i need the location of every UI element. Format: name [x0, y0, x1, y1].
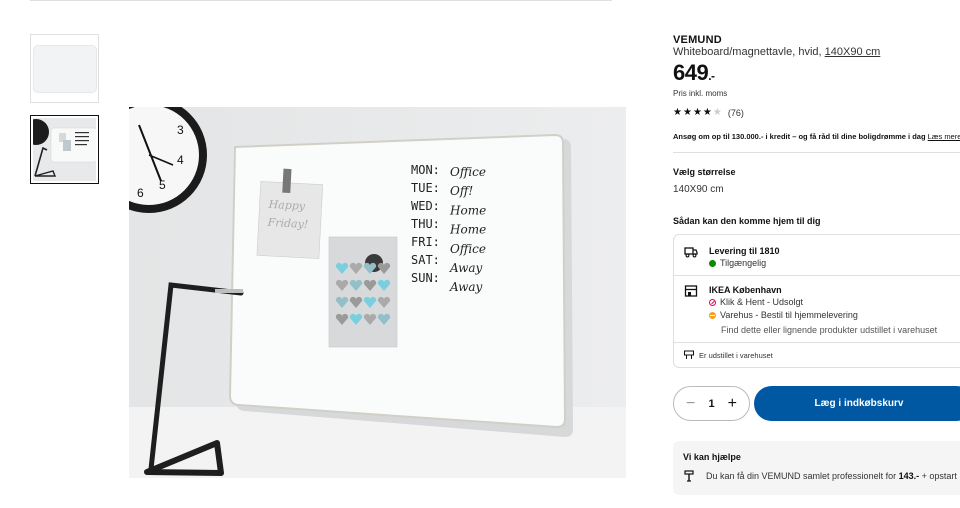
star-icon: ★	[702, 107, 712, 118]
quantity-stepper[interactable]: − 1 +	[673, 386, 750, 421]
size-value: 140X90 cm	[673, 184, 724, 195]
assembly-icon	[684, 470, 694, 482]
assembly-offer: Du kan få din VEMUND samlet professionel…	[706, 471, 957, 481]
price-note: Pris inkl. moms	[673, 89, 728, 98]
quantity-increase-button[interactable]: +	[728, 395, 737, 412]
top-divider	[30, 0, 612, 1]
showroom-icon	[684, 350, 694, 359]
schedule-day: WED:	[411, 199, 440, 213]
star-icon: ★	[692, 107, 702, 118]
assembly-text: Du kan få din VEMUND samlet professionel…	[706, 471, 897, 481]
schedule-day: THU:	[411, 217, 440, 231]
quantity-value[interactable]: 1	[708, 398, 714, 410]
price-value: 649	[673, 60, 709, 85]
home-delivery-status: Tilgængelig	[709, 258, 766, 268]
thumbnail-product[interactable]	[30, 34, 99, 103]
delivery-options: Levering til 1810 Tilgængelig IKEA Køben…	[673, 234, 960, 368]
schedule-day: FRI:	[411, 235, 440, 249]
click-collect-text: Klik & Hent - Udsolgt	[720, 297, 804, 307]
home-delivery-title[interactable]: Levering til 1810	[709, 246, 780, 256]
schedule-value: Away	[449, 261, 483, 275]
credit-offer: Ansøg om op til 130.000.- i kredit – og …	[673, 132, 960, 141]
schedule-day: SUN:	[411, 271, 440, 285]
credit-text: Ansøg om op til 130.000.- i kredit – og …	[673, 132, 926, 141]
schedule-value: Home	[449, 203, 486, 217]
schedule-value: Away	[449, 280, 483, 294]
schedule-value: Office	[450, 242, 486, 256]
warehouse-text: Varehus - Bestil til hjemmelevering	[720, 310, 858, 320]
warehouse-status: Varehus - Bestil til hjemmelevering	[709, 310, 858, 320]
store-note: Find dette eller lignende produkter udst…	[721, 325, 938, 335]
svg-text:5: 5	[159, 178, 166, 192]
heart-card-illustration	[328, 236, 398, 348]
quantity-decrease-button[interactable]: −	[686, 395, 695, 412]
size-label: Vælg størrelse	[673, 167, 736, 177]
product-description: Whiteboard/magnettavle, hvid, 140X90 cm	[673, 46, 880, 58]
add-to-cart-button[interactable]: Læg i indkøbskurv	[754, 386, 960, 421]
schedule-day: SAT:	[411, 253, 440, 267]
thumbnail-context-image	[33, 118, 96, 181]
product-description-text: Whiteboard/magnettavle, hvid,	[673, 46, 822, 58]
review-count: (76)	[727, 108, 744, 118]
status-available-icon	[709, 259, 716, 267]
product-size-link[interactable]: 140X90 cm	[825, 46, 881, 58]
svg-text:4: 4	[177, 153, 184, 167]
showroom-text: Er udstillet i varehuset	[699, 350, 773, 360]
svg-text:6: 6	[137, 186, 144, 200]
svg-text:3: 3	[177, 123, 184, 137]
credit-read-more-link[interactable]: Læs mere	[928, 132, 960, 141]
whiteboard-illustration	[228, 133, 567, 429]
showroom-info[interactable]: Er udstillet i varehuset	[684, 350, 773, 360]
click-collect-status: Klik & Hent - Udsolgt	[709, 297, 803, 307]
star-icon: ★	[673, 107, 682, 118]
product-name: VEMUND	[673, 34, 722, 46]
home-delivery-status-text: Tilgængelig	[720, 258, 767, 268]
delivery-row-divider	[674, 275, 960, 276]
svg-text:Happy: Happy	[267, 198, 306, 213]
assembly-text-end: + opstart	[921, 471, 957, 481]
delivery-heading: Sådan kan den komme hjem til dig	[673, 216, 821, 226]
svg-text:Friday!: Friday!	[266, 216, 308, 231]
schedule-day: MON:	[411, 163, 440, 177]
price-suffix: .-	[708, 69, 715, 83]
thumbnail-context[interactable]	[30, 115, 99, 184]
star-empty-icon: ★	[712, 107, 722, 118]
schedule-value: Home	[449, 223, 486, 237]
star-icon: ★	[682, 107, 692, 118]
status-partial-icon	[709, 311, 716, 319]
delivery-row-divider	[674, 342, 960, 343]
schedule-value: Off!	[450, 184, 473, 198]
schedule-value: Office	[450, 165, 486, 179]
store-title[interactable]: IKEA København	[709, 285, 782, 295]
main-product-image[interactable]: 3 4 5 6 Happy Friday! MON: Office TUE: Off!…	[129, 107, 626, 478]
truck-icon	[684, 247, 698, 258]
divider	[673, 152, 960, 153]
schedule-day: TUE:	[411, 181, 440, 195]
store-icon	[684, 285, 698, 297]
product-rating[interactable]: ★ ★ ★ ★ ★ (76)	[673, 107, 744, 119]
assembly-price: 143.-	[898, 471, 920, 481]
help-box: Vi kan hjælpe Du kan få din VEMUND samle…	[673, 441, 960, 495]
product-price: 649.-	[673, 60, 715, 86]
status-unavailable-icon	[709, 298, 716, 306]
thumbnail-whiteboard-image	[34, 46, 96, 92]
help-title: Vi kan hjælpe	[683, 452, 741, 462]
